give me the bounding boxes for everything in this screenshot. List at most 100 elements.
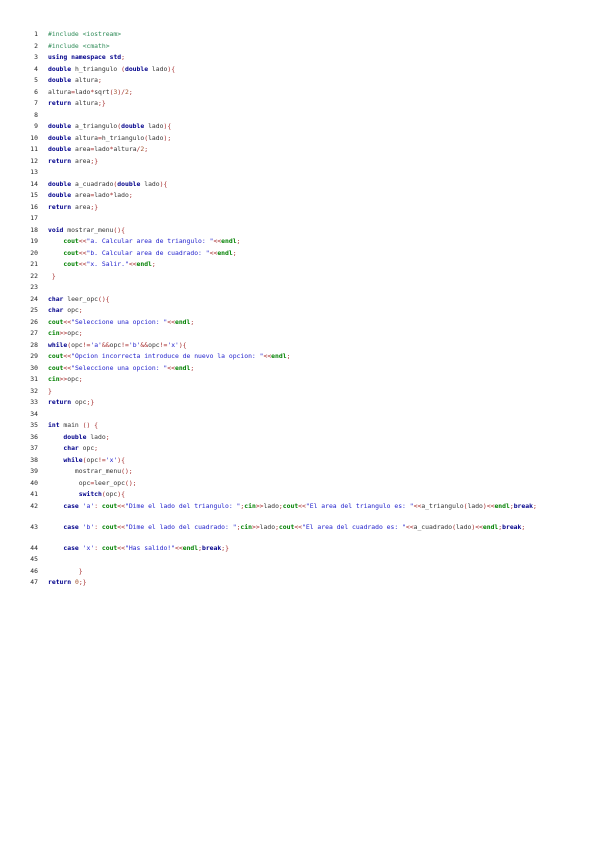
code-token: 'a' xyxy=(82,501,95,510)
code-token: main xyxy=(59,421,83,429)
code-token: ; xyxy=(94,444,99,452)
code-token: )<< xyxy=(482,501,495,510)
code-token: "x. Salir." xyxy=(86,260,129,268)
code-token: << xyxy=(213,237,222,245)
code-token: ; xyxy=(151,260,156,268)
code-token: : xyxy=(94,501,102,510)
code-token: while xyxy=(48,340,68,349)
code-token: 'x' xyxy=(82,543,95,552)
code-token: leer_opc xyxy=(63,294,99,303)
line-number: 27 xyxy=(30,329,38,337)
code-token: endl xyxy=(217,248,233,257)
code-token: << xyxy=(63,363,72,372)
code-token: cout xyxy=(101,501,118,510)
code-line: 33 return opc;} xyxy=(0,397,599,409)
code-token: altura xyxy=(48,87,72,96)
code-text: cout<<"Seleccione una opcion: "<<endl; xyxy=(48,363,575,375)
code-text: double area=lado*altura/2; xyxy=(48,144,575,156)
code-line: 22 } xyxy=(0,271,599,283)
code-token: { xyxy=(171,64,176,73)
line-number: 31 xyxy=(30,375,38,383)
code-token: != xyxy=(121,340,129,349)
line-number: 19 xyxy=(30,237,38,245)
code-token: } xyxy=(48,566,83,575)
code-token: area xyxy=(71,202,91,211)
code-token: 'b' xyxy=(128,340,141,349)
code-line: 41 switch(opc){ xyxy=(0,489,599,501)
code-token: << xyxy=(128,260,137,268)
code-line: 42 case 'a': cout<<"Dime el lado del tri… xyxy=(0,501,599,522)
code-token: cin xyxy=(48,375,60,383)
line-number: 28 xyxy=(30,340,38,349)
code-token: area xyxy=(71,156,91,165)
code-text: int main () { xyxy=(48,420,575,432)
code-token: double xyxy=(63,432,87,441)
line-number: 33 xyxy=(30,398,38,406)
code-token: cout xyxy=(101,543,118,552)
code-token: altura xyxy=(71,133,99,142)
line-number: 35 xyxy=(30,421,38,429)
code-token: lado xyxy=(148,133,164,142)
code-token: << xyxy=(117,501,125,510)
code-token: lado xyxy=(86,432,106,441)
line-number: 21 xyxy=(30,260,38,268)
code-line: 37 char opc; xyxy=(0,443,599,455)
code-listing: 1 #include <iostream> 2 #include <cmath> 3 us… xyxy=(0,0,599,589)
line-number: 16 xyxy=(30,202,38,211)
code-token: namespace xyxy=(71,53,106,61)
line-number: 30 xyxy=(30,363,38,372)
code-text: } xyxy=(48,566,575,578)
code-token: return xyxy=(48,156,72,165)
code-token: << xyxy=(298,501,306,510)
code-text: while(opc!='a'&&opc!='b'&&opc!='x'){ xyxy=(48,340,575,352)
code-token: ; xyxy=(78,329,83,337)
code-token: lado xyxy=(94,145,110,153)
code-token: double xyxy=(48,64,72,73)
code-line: 35 int main () { xyxy=(0,420,599,432)
code-line: 45 xyxy=(0,554,599,566)
code-token: ; xyxy=(190,317,195,326)
code-token: endl xyxy=(494,501,510,510)
code-token: endl xyxy=(482,522,499,531)
code-token: lado xyxy=(467,501,483,510)
code-line: 21 cout<<"x. Salir."<<endl; xyxy=(0,259,599,271)
line-number: 23 xyxy=(30,283,38,291)
code-token: ; xyxy=(78,375,83,383)
code-line: 7 return altura;} xyxy=(0,98,599,110)
line-number: 20 xyxy=(30,248,38,257)
code-token: altura xyxy=(113,145,137,153)
code-token: "Seleccione una opcion: " xyxy=(71,363,168,372)
code-token: cin xyxy=(244,501,256,510)
code-token: double xyxy=(48,76,72,84)
code-token: lado xyxy=(455,522,472,531)
code-token: endl xyxy=(136,260,152,268)
code-line: 4 double h_triangulo (double lado){ xyxy=(0,64,599,76)
code-token: "Has salido!" xyxy=(124,543,176,552)
code-token: double xyxy=(48,133,72,142)
code-text: cout<<"x. Salir."<<endl; xyxy=(48,259,575,271)
code-token: << xyxy=(294,522,303,531)
code-token: double xyxy=(117,179,141,188)
code-token: break xyxy=(513,501,533,510)
code-token: endl xyxy=(174,317,191,326)
code-token: cout xyxy=(48,363,64,372)
code-token: opc xyxy=(48,478,91,487)
code-token: cout xyxy=(63,237,79,245)
code-text: cout<<"Seleccione una opcion: "<<endl; xyxy=(48,317,575,329)
code-text: void mostrar_menu(){ xyxy=(48,225,575,237)
code-token: #include <iostream> xyxy=(48,30,122,38)
code-token: "a. Calcular area de triangulo: " xyxy=(86,237,214,245)
code-token: "Dime el lado del triangulo: " xyxy=(124,501,241,510)
line-number: 32 xyxy=(30,386,38,395)
code-token: (); xyxy=(124,478,137,487)
line-number: 3 xyxy=(34,53,38,61)
code-token: switch xyxy=(78,490,102,498)
code-text: double a_cuadrado(double lado){ xyxy=(48,179,575,191)
code-line: 8 xyxy=(0,110,599,122)
line-number: 11 xyxy=(30,145,38,153)
line-number: 29 xyxy=(30,352,38,360)
code-token: ; xyxy=(144,145,149,153)
code-line: 3 using namespace std; xyxy=(0,52,599,64)
